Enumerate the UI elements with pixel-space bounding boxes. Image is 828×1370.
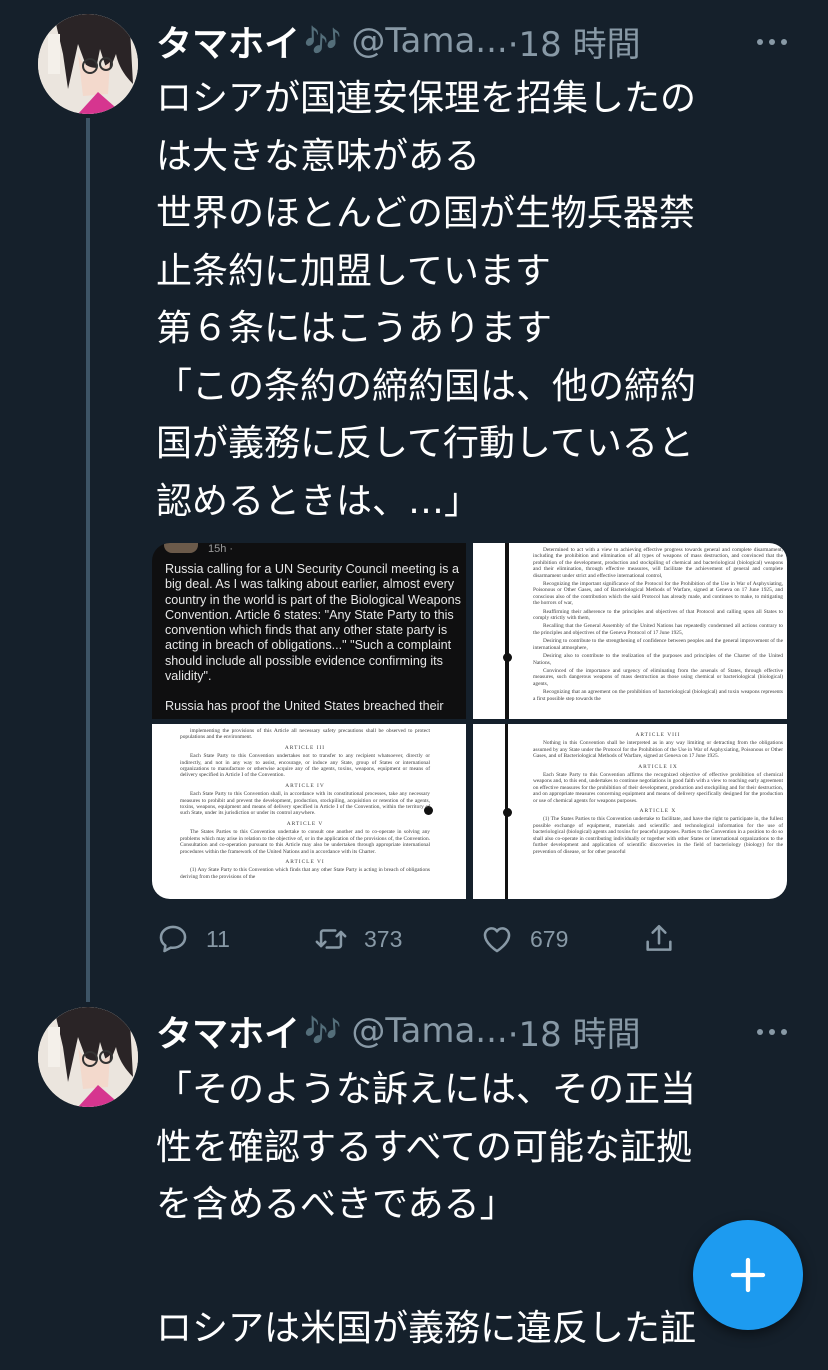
media-image-document-3[interactable]: ARTICLE VIII Nothing in this Convention … <box>473 724 787 899</box>
tweet-text-line: 「そのような訴えには、その正当 <box>156 1069 697 1110</box>
retweet-count: 373 <box>364 925 403 952</box>
share-button[interactable] <box>642 922 676 956</box>
plus-icon <box>730 1257 766 1293</box>
screenshot-text-body: Russia calling for a UN Security Council… <box>165 562 461 684</box>
document-paragraph: Convinced of the importance and urgency … <box>533 667 783 687</box>
tweet-text-line: ロシアが国連安保理を招集したの <box>156 78 697 119</box>
document-text: implementing the provisions of this Arti… <box>180 728 430 882</box>
document-heading: ARTICLE VI <box>285 858 325 865</box>
tweet-text: ロシアが国連安保理を招集したの は大きな意味がある 世界のほとんどの国が生物兵器… <box>156 70 796 530</box>
tweet-header: タマホイ 🎶 @Tama... ·18 時間 <box>156 16 641 66</box>
display-name[interactable]: タマホイ <box>156 1005 300 1057</box>
document-paragraph: (1) The States Parties to this Conventio… <box>533 816 783 855</box>
document-heading: ARTICLE VIII <box>635 732 681 738</box>
reply-icon <box>159 925 187 953</box>
tweet-text-line: 第６条にはこうあります <box>156 308 553 349</box>
document-paragraph: Each State Party to this Convention affi… <box>533 772 783 804</box>
retweet-button[interactable]: 373 <box>314 922 402 956</box>
scan-hole <box>503 808 512 817</box>
retweet-icon <box>315 929 347 949</box>
document-heading: ARTICLE III <box>284 744 326 751</box>
timestamp[interactable]: ·18 時間 <box>508 1007 641 1056</box>
thread-connector <box>86 118 90 1002</box>
user-handle[interactable]: @Tama... <box>351 21 507 61</box>
document-paragraph: The States Parties to this Convention un… <box>180 829 430 855</box>
screenshot-text-continued: Russia has proof the United States breac… <box>165 699 444 714</box>
tweet-text-line: は大きな意味がある <box>156 135 481 177</box>
display-name[interactable]: タマホイ <box>156 15 300 67</box>
document-paragraph: Recognizing the important significance o… <box>533 581 783 607</box>
screenshot-text: Russia calling for a UN Security Council… <box>165 562 461 715</box>
document-paragraph: Recalling that the General Assembly of t… <box>533 623 783 636</box>
avatar[interactable] <box>38 14 138 114</box>
document-heading: ARTICLE V <box>286 820 324 827</box>
media-grid[interactable]: 15h · Russia calling for a UN Security C… <box>152 543 787 899</box>
more-icon[interactable] <box>752 1012 792 1052</box>
document-text: ARTICLE VIII Nothing in this Convention … <box>533 728 783 857</box>
document-text: Determined to act with a view to achievi… <box>533 547 783 704</box>
share-icon <box>646 924 672 951</box>
document-paragraph: Reaffirming their adherence to the princ… <box>533 608 783 622</box>
document-heading: ARTICLE IX <box>638 763 678 770</box>
document-paragraph: Each State Party to this Convention unde… <box>180 753 430 779</box>
document-paragraph: Desiring also to contribute to the reali… <box>533 653 783 666</box>
avatar[interactable] <box>38 1007 138 1107</box>
tweet-text-line: 国が義務に反して行動していると <box>156 423 694 464</box>
tweet-text-line: 止条約に加盟しています <box>156 250 551 292</box>
like-button[interactable]: 679 <box>480 922 568 956</box>
music-notes-icon: 🎶 <box>304 23 342 59</box>
scan-hole <box>503 653 512 662</box>
tweet-header: タマホイ 🎶 @Tama... ·18 時間 <box>156 1006 641 1056</box>
screenshot-timestamp: 15h · <box>208 543 234 555</box>
screenshot-avatar <box>164 543 198 553</box>
reply-button[interactable]: 11 <box>156 922 230 956</box>
document-paragraph: Desiring to contribute to the strengthen… <box>533 638 783 651</box>
tweet-text-line-cutoff: ロシアは米国が義務に違反した証 <box>156 1308 697 1349</box>
scan-edge <box>505 543 509 719</box>
tweet-text-line: 認めるときは、…」 <box>156 480 481 522</box>
document-paragraph: Each State Party to this Convention shal… <box>180 791 430 817</box>
tweet-text-line: 世界のほとんどの国が生物兵器禁 <box>156 193 695 234</box>
compose-tweet-button[interactable] <box>693 1220 803 1330</box>
more-icon[interactable] <box>752 22 792 62</box>
document-paragraph: (1) Any State Party to this Convention w… <box>180 867 430 880</box>
document-paragraph: implementing the provisions of this Arti… <box>180 728 430 741</box>
tweet-text-line: 「この条約の締約国は、他の締約 <box>156 365 697 407</box>
user-handle[interactable]: @Tama... <box>351 1011 507 1051</box>
reply-count: 11 <box>206 925 230 952</box>
document-heading: ARTICLE X <box>639 808 677 815</box>
timestamp[interactable]: ·18 時間 <box>508 17 641 66</box>
tweet-text-line: を含めるべきである」 <box>156 1184 516 1225</box>
media-image-document-2[interactable]: implementing the provisions of this Arti… <box>152 724 466 899</box>
document-paragraph: Determined to act with a view to achievi… <box>533 547 783 579</box>
avatar-image <box>38 14 138 114</box>
media-image-document-1[interactable]: Determined to act with a view to achievi… <box>473 543 787 719</box>
document-heading: ARTICLE IV <box>285 782 325 789</box>
media-image-screenshot[interactable]: 15h · Russia calling for a UN Security C… <box>152 543 466 719</box>
heart-icon <box>483 927 511 953</box>
document-paragraph: Recognizing that an agreement on the pro… <box>533 689 783 702</box>
tweet-actions: 11 373 679 <box>156 922 676 962</box>
like-count: 679 <box>530 925 569 952</box>
document-paragraph: Nothing in this Convention shall be inte… <box>533 740 783 760</box>
music-notes-icon: 🎶 <box>304 1013 342 1049</box>
tweet-text: 「そのような訴えには、その正当 性を確認するすべての可能な証拠 を含めるべきであ… <box>156 1061 796 1234</box>
avatar-image <box>38 1007 138 1107</box>
tweet-text-line: 性を確認するすべての可能な証拠 <box>156 1126 693 1168</box>
